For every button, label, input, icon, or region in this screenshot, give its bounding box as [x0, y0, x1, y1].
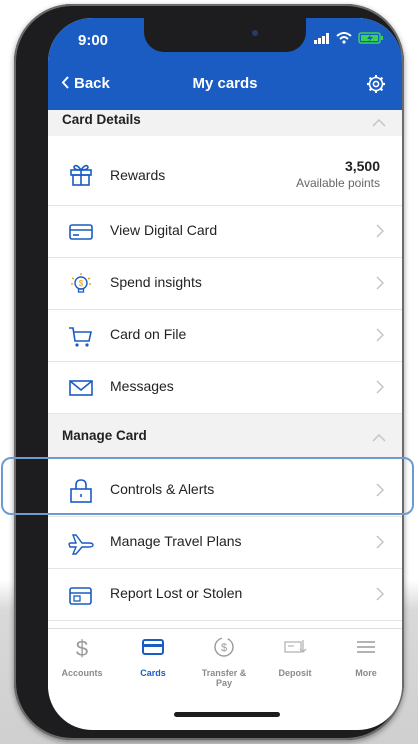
lightbulb-icon: $ [71, 273, 91, 293]
chevron-right-icon [376, 224, 384, 238]
section-card-details[interactable]: Card Details [48, 110, 402, 136]
chevron-right-icon [376, 535, 384, 549]
wifi-icon [336, 32, 352, 44]
chevron-up-icon [372, 119, 386, 127]
wallet-icon [69, 587, 92, 605]
airplane-icon [68, 534, 94, 555]
chevron-right-icon [376, 276, 384, 290]
svg-text:$: $ [221, 642, 227, 654]
row-label: Messages [110, 378, 174, 394]
phone-screen: 9:00 Back My cards Card Details Rewards … [48, 18, 402, 730]
section-title: Manage Card [62, 428, 147, 443]
row-label: Report Lost or Stolen [110, 585, 243, 601]
tab-accounts[interactable]: $ Accounts [52, 635, 112, 678]
status-time: 9:00 [78, 32, 109, 49]
refresh-dollar-icon: $ [214, 637, 234, 657]
tab-more[interactable]: More [336, 635, 396, 678]
phone-frame: 9:00 Back My cards Card Details Rewards … [14, 4, 404, 740]
focus-highlight [1, 457, 414, 515]
tab-cards[interactable]: Cards [123, 635, 183, 678]
camera-dot [252, 30, 258, 36]
svg-text:$: $ [76, 636, 88, 659]
tab-label: Transfer & Pay [201, 668, 247, 688]
rewards-points: 3,500 Available points [296, 158, 380, 190]
dollar-icon: $ [76, 636, 88, 661]
row-card-on-file[interactable]: Card on File [48, 310, 402, 362]
chevron-right-icon [376, 587, 384, 601]
chevron-right-icon [376, 328, 384, 342]
tab-label: Cards [140, 668, 166, 678]
svg-text:$: $ [79, 279, 84, 288]
menu-icon [357, 641, 375, 653]
section-title: Card Details [62, 112, 141, 127]
check-deposit-icon [284, 640, 307, 653]
tab-bar: $ Accounts Cards $ Transfer & Pay Deposi… [48, 628, 402, 689]
gift-icon [70, 164, 92, 186]
header-bar: 9:00 Back My cards [48, 18, 402, 110]
tab-deposit[interactable]: Deposit [265, 635, 325, 678]
page-title: My cards [192, 75, 258, 92]
points-subtitle: Available points [296, 176, 380, 190]
row-spend-insights[interactable]: $ Spend insights [48, 258, 402, 310]
row-manage-travel-plans[interactable]: Manage Travel Plans [48, 517, 402, 569]
row-rewards[interactable]: Rewards 3,500 Available points [48, 146, 402, 206]
home-indicator[interactable] [174, 712, 280, 717]
rewards-label: Rewards [110, 167, 166, 183]
battery-icon [358, 32, 383, 44]
envelope-icon [69, 380, 93, 396]
signal-icon [314, 32, 329, 44]
section-manage-card[interactable]: Manage Card [48, 414, 402, 459]
status-icons [314, 32, 384, 44]
chevron-up-icon [372, 434, 386, 442]
notch [144, 18, 306, 52]
card-icon [142, 639, 164, 655]
tab-transfer-pay[interactable]: $ Transfer & Pay [194, 635, 254, 688]
gear-icon[interactable] [366, 74, 386, 94]
chevron-right-icon [376, 380, 384, 394]
points-value: 3,500 [344, 158, 380, 174]
tab-label: Deposit [278, 668, 312, 678]
row-messages[interactable]: Messages [48, 362, 402, 414]
row-report-lost-stolen[interactable]: Report Lost or Stolen [48, 569, 402, 621]
row-label: Spend insights [110, 274, 202, 290]
tab-label: Accounts [61, 668, 103, 678]
row-label: View Digital Card [110, 222, 218, 238]
card-icon [69, 224, 93, 240]
tab-label: More [355, 668, 377, 678]
cart-icon [69, 327, 92, 347]
row-label: Card on File [110, 326, 187, 342]
row-label: Manage Travel Plans [110, 533, 242, 549]
row-view-digital-card[interactable]: View Digital Card [48, 206, 402, 258]
